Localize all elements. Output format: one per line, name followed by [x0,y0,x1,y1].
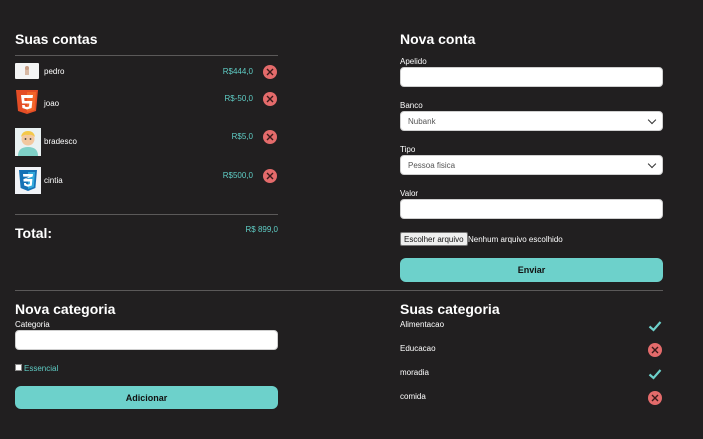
generic-bank-icon [15,63,39,79]
category-label: Categoria [15,320,50,329]
value-input[interactable] [400,199,663,219]
close-icon [651,346,659,354]
value-label: Valor [400,189,419,198]
type-label: Tipo [400,145,416,154]
divider [15,214,278,215]
submit-button[interactable]: Enviar [400,258,663,282]
delete-category-button[interactable] [648,343,662,357]
delete-account-button[interactable] [263,169,277,183]
close-icon [651,394,659,402]
check-icon [648,369,662,380]
delete-account-button[interactable] [263,65,277,79]
nickname-input[interactable] [400,67,663,87]
delete-account-button[interactable] [263,92,277,106]
bank-select[interactable]: Nubank [400,111,663,131]
close-icon [266,95,274,103]
new-account-title: Nova conta [400,31,476,47]
total-label: Total: [15,225,53,241]
delete-account-button[interactable] [263,130,277,144]
account-name: cintia [44,176,63,185]
bank-label: Banco [400,101,423,110]
type-selected-value: Pessoa fisica [408,161,456,170]
divider [15,55,278,56]
close-icon [266,172,274,180]
close-icon [266,133,274,141]
account-name: pedro [44,67,65,76]
category-name: Educacao [400,344,436,353]
category-name: moradia [400,368,429,377]
account-value: R$500,0 [222,171,253,180]
css3-icon [15,167,41,194]
category-name: Alimentacao [400,320,445,329]
file-choose-button[interactable]: Escolher arquivo [400,232,468,246]
nickname-label: Apelido [400,57,427,66]
file-status: Nenhum arquivo escolhido [468,235,563,244]
avatar-icon [15,128,41,156]
type-select[interactable]: Pessoa fisica [400,155,663,175]
account-name: joao [44,99,60,108]
account-name: bradesco [44,137,77,146]
category-input[interactable] [15,330,278,350]
new-category-title: Nova categoria [15,301,116,317]
bank-selected-value: Nubank [408,117,436,126]
categories-title: Suas categoria [400,301,500,317]
add-category-button[interactable]: Adicionar [15,386,278,409]
account-value: R$444,0 [222,67,253,76]
accounts-title: Suas contas [15,31,98,47]
essential-label: Essencial [24,364,59,373]
essential-checkbox[interactable] [15,364,22,371]
account-value: R$-50,0 [224,94,253,103]
divider [15,290,663,291]
total-value: R$ 899,0 [245,225,278,234]
check-icon [648,321,662,332]
delete-category-button[interactable] [648,391,662,405]
close-icon [266,68,274,76]
category-name: comida [400,392,426,401]
chevron-down-icon [647,115,657,125]
chevron-down-icon [647,159,657,169]
account-value: R$5,0 [231,132,253,141]
html5-icon [15,89,39,115]
